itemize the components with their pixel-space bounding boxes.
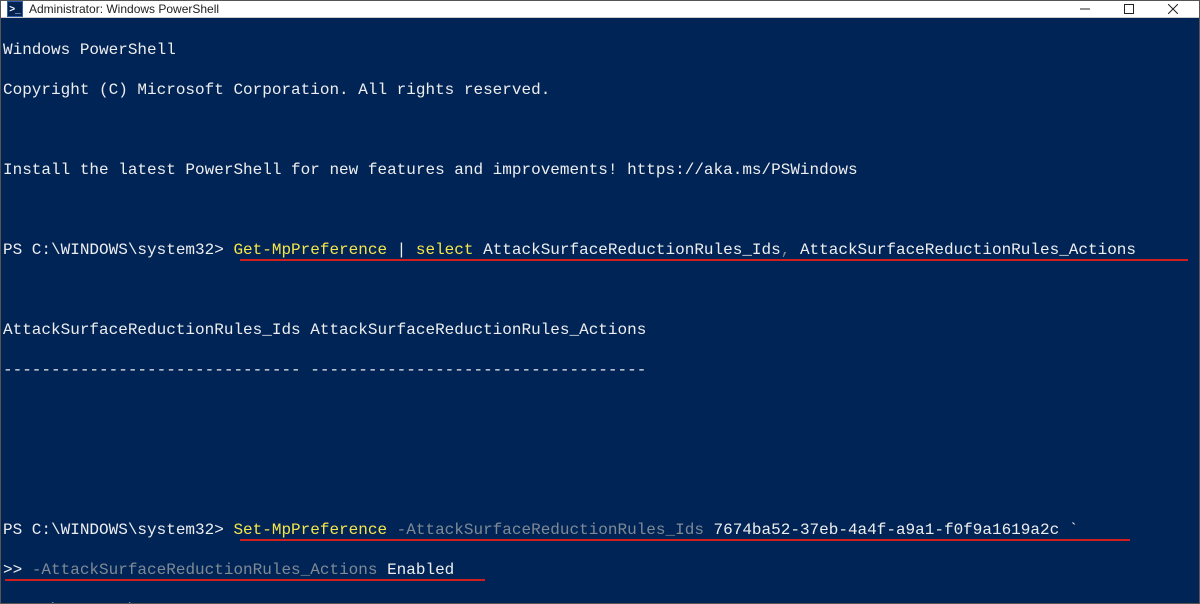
command-line: PS C:\WINDOWS\system32> Get-MpPreference… (3, 240, 1197, 260)
close-icon (1168, 4, 1178, 14)
output-separator: ------------------------------- --------… (3, 361, 646, 379)
prompt: PS C:\WINDOWS\system32> (3, 601, 233, 603)
banner-line: Install the latest PowerShell for new fe… (3, 161, 858, 179)
command-line: PS C:\WINDOWS\system32> Set-MpPreference… (3, 520, 1197, 540)
parameter: -AttackSurfaceReductionRules_Ids (387, 521, 704, 539)
prompt: PS C:\WINDOWS\system32> (3, 241, 233, 259)
parameter: -AttackSurfaceReductionRules_Actions (32, 561, 378, 579)
banner-line: Windows PowerShell (3, 41, 176, 59)
cmdlet: Get-MpPreference (233, 241, 387, 259)
continuation-line: >> -AttackSurfaceReductionRules_Actions … (3, 560, 1197, 580)
minimize-icon (1080, 4, 1090, 14)
window-title: Administrator: Windows PowerShell (29, 2, 219, 16)
pipe: | (387, 241, 416, 259)
titlebar[interactable]: >_ Administrator: Windows PowerShell (1, 1, 1199, 18)
arg: AttackSurfaceReductionRules_Actions (790, 241, 1136, 259)
output-header: AttackSurfaceReductionRules_Ids AttackSu… (3, 321, 646, 339)
value: 7674ba52-37eb-4a4f-a9a1-f0f9a1619a2c (704, 521, 1069, 539)
comma: , (781, 241, 791, 259)
value: Enabled (377, 561, 454, 579)
banner-line: Copyright (C) Microsoft Corporation. All… (3, 81, 550, 99)
backtick: ` (1069, 521, 1079, 539)
prompt: PS C:\WINDOWS\system32> (3, 521, 233, 539)
minimize-button[interactable] (1063, 1, 1107, 17)
underline-annotation (240, 539, 1130, 541)
maximize-icon (1124, 4, 1134, 14)
powershell-window: >_ Administrator: Windows PowerShell Win… (0, 0, 1200, 604)
arg: AttackSurfaceReductionRules_Ids (473, 241, 780, 259)
underline-annotation (240, 259, 1188, 261)
window-controls (1063, 1, 1195, 17)
powershell-icon: >_ (7, 1, 23, 17)
underline-annotation (5, 579, 485, 581)
close-button[interactable] (1151, 1, 1195, 17)
terminal-output[interactable]: Windows PowerShell Copyright (C) Microso… (1, 18, 1199, 603)
select-keyword: select (416, 241, 474, 259)
cmdlet: Set-MpPreference (233, 521, 387, 539)
maximize-button[interactable] (1107, 1, 1151, 17)
cont-prompt: >> (3, 561, 32, 579)
